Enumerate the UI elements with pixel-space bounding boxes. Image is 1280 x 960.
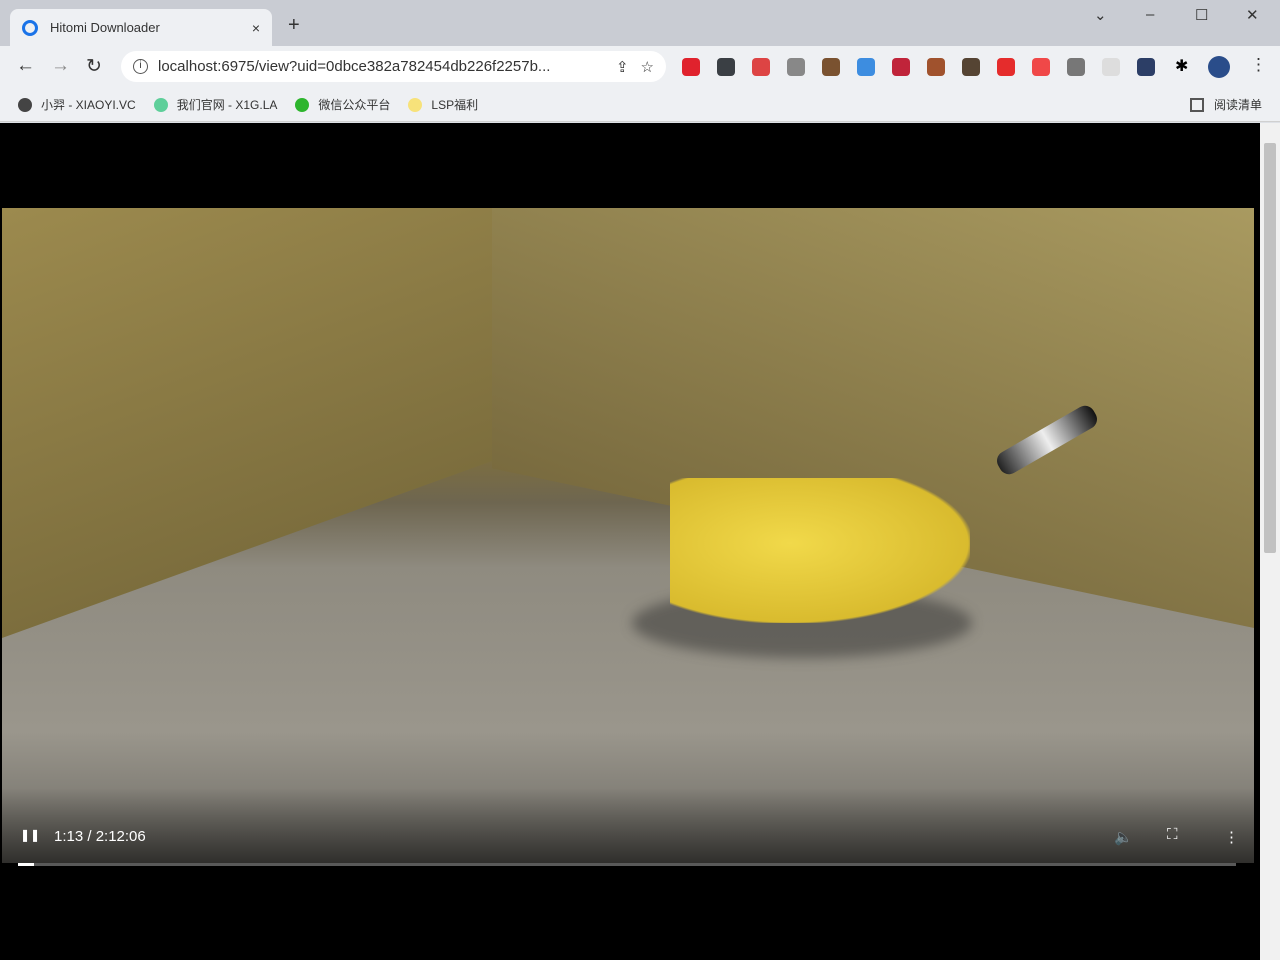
coconut-ext-icon[interactable]: [822, 58, 840, 76]
cube-ext-icon[interactable]: [962, 58, 980, 76]
bookmark-item[interactable]: 小羿 - XIAOYI.VC: [18, 96, 136, 113]
dark-ext-icon[interactable]: [717, 58, 735, 76]
tab-search-button[interactable]: ⌄: [1094, 6, 1107, 24]
speed-ext-icon[interactable]: [892, 58, 910, 76]
player-controls: ❚❚ 1:13 / 2:12:06 🔈 ⛶ ⋮: [2, 788, 1254, 863]
tab-close-icon[interactable]: ×: [252, 20, 260, 36]
bookmark-favicon-icon: [18, 97, 32, 112]
bookmarks-bar: 小羿 - XIAOYI.VC 我们官网 - X1G.LA 微信公众平台 LSP福利: [0, 88, 1280, 122]
site-info-icon[interactable]: i: [133, 59, 148, 74]
video-frame-wall-left: [2, 208, 502, 638]
address-bar[interactable]: i localhost:6975/view?uid=0dbce382a78245…: [121, 51, 666, 82]
video-player[interactable]: ❚❚ 1:13 / 2:12:06 🔈 ⛶ ⋮: [2, 208, 1254, 863]
reading-list-label: 阅读清单: [1213, 98, 1262, 112]
folder-ext-icon[interactable]: [1102, 58, 1120, 76]
bookmark-item[interactable]: 我们官网 - X1G.LA: [153, 96, 278, 113]
forward-button[interactable]: →: [51, 55, 70, 77]
pause-button[interactable]: ❚❚: [20, 828, 40, 842]
bookmark-label: 我们官网 - X1G.LA: [176, 98, 278, 112]
bookmark-label: 小羿 - XIAOYI.VC: [41, 98, 136, 112]
app-favicon-icon: [22, 19, 38, 36]
image-ext-icon[interactable]: [857, 58, 875, 76]
new-tab-button[interactable]: +: [288, 14, 300, 37]
tab-hitomi-downloader[interactable]: Hitomi Downloader ×: [10, 9, 272, 46]
close-window-button[interactable]: ✕: [1246, 6, 1259, 24]
scrollbar-thumb[interactable]: [1264, 143, 1276, 553]
bookmark-star-icon[interactable]: ☆: [641, 58, 654, 76]
minimize-button[interactable]: –: [1146, 6, 1154, 23]
maximize-button[interactable]: ☐: [1195, 6, 1208, 24]
volume-button[interactable]: 🔈: [1114, 828, 1133, 846]
back-button[interactable]: ←: [16, 55, 35, 77]
bookmark-favicon-icon: [295, 97, 310, 112]
bookmark-item[interactable]: LSP福利: [408, 96, 478, 113]
bookmark-item[interactable]: 微信公众平台: [295, 96, 390, 113]
bookmark-favicon-icon: [153, 97, 168, 112]
extensions-puzzle-icon[interactable]: ✱: [1175, 56, 1193, 75]
tab-title: Hitomi Downloader: [50, 20, 160, 35]
bookmark-favicon-icon: [408, 97, 423, 112]
bookmark-label: 微信公众平台: [318, 98, 391, 112]
video-frame-bird: [670, 478, 970, 623]
reading-list-button[interactable]: 阅读清单: [1189, 96, 1262, 113]
fullscreen-button[interactable]: ⛶: [1167, 826, 1178, 843]
bookmark-label: LSP福利: [431, 98, 479, 112]
browser-menu-button[interactable]: ⋮: [1250, 55, 1267, 75]
alert-ext-icon[interactable]: [997, 58, 1015, 76]
profile-avatar[interactable]: [1208, 56, 1230, 78]
copy-ext-icon[interactable]: [787, 58, 805, 76]
reload-button[interactable]: ↻: [86, 55, 102, 78]
opera-ext-icon[interactable]: [682, 58, 700, 76]
shield-ext-icon[interactable]: [1067, 58, 1085, 76]
record-ext-icon[interactable]: [1032, 58, 1050, 76]
video-page: ❚❚ 1:13 / 2:12:06 🔈 ⛶ ⋮: [0, 123, 1260, 960]
url-text[interactable]: localhost:6975/view?uid=0dbce382a782454d…: [158, 58, 604, 75]
video-progress-bar[interactable]: [18, 863, 1236, 866]
reading-list-icon: [1189, 97, 1204, 112]
player-more-button[interactable]: ⋮: [1224, 828, 1239, 846]
share-icon[interactable]: ⇪: [616, 58, 629, 76]
tool-ext-icon[interactable]: [1137, 58, 1155, 76]
time-display: 1:13 / 2:12:06: [54, 828, 146, 845]
title-bar: Hitomi Downloader × + ⌄ – ☐ ✕: [0, 0, 1280, 46]
monkey-ext-icon[interactable]: [927, 58, 945, 76]
pen-ext-icon[interactable]: [752, 58, 770, 76]
page-scrollbar[interactable]: [1260, 123, 1280, 960]
video-progress-fill: [18, 863, 35, 866]
